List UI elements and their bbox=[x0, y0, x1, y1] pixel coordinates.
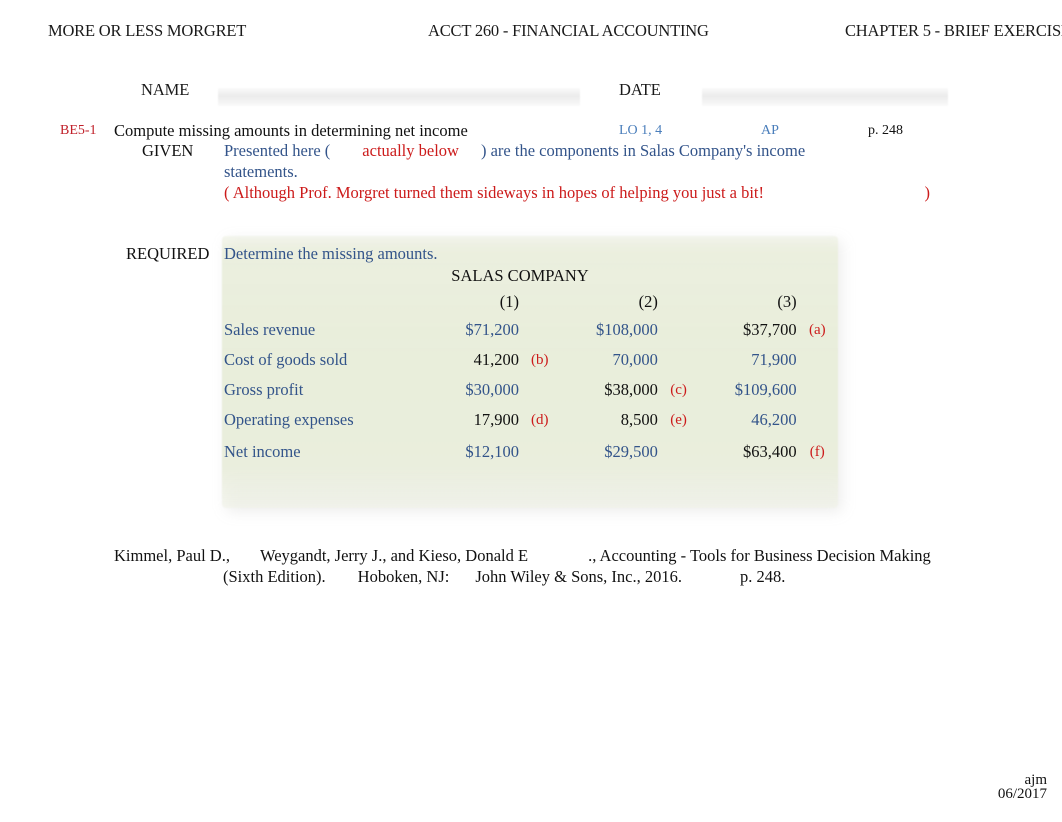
cell-cogs-col2: 70,000 bbox=[612, 350, 658, 369]
column-header-1-marker-slot bbox=[519, 289, 561, 315]
cell-net-income-col2: $29,500 bbox=[604, 442, 658, 461]
required-label: REQUIRED bbox=[126, 244, 210, 263]
given-text-part2: ) are the components in Salas Company's … bbox=[480, 141, 806, 160]
income-statement-table: (1) (2) (3) Sales revenue $71,200 $108,0… bbox=[222, 289, 838, 469]
citation-edition: (Sixth Edition). bbox=[223, 567, 326, 586]
column-header-2: (2) bbox=[638, 292, 658, 311]
cell-net-income-col1: $12,100 bbox=[465, 442, 520, 461]
marker-net-income-col3: (f) bbox=[809, 444, 825, 460]
marker-gross-profit-col3 bbox=[797, 375, 838, 405]
data-panel-content: Determine the missing amounts. SALAS COM… bbox=[222, 236, 838, 508]
row-label-cost-of-goods-sold: Cost of goods sold bbox=[224, 350, 348, 369]
marker-cogs-col2 bbox=[658, 345, 699, 375]
table-row: Sales revenue $71,200 $108,000 $37,700 (… bbox=[222, 315, 838, 345]
row-label-gross-profit: Gross profit bbox=[224, 380, 304, 399]
cell-cogs-col1: 41,200 bbox=[473, 350, 520, 369]
date-label: DATE bbox=[619, 80, 661, 99]
table-row: Cost of goods sold 41,200 (b) 70,000 71,… bbox=[222, 345, 838, 375]
given-aside-note: ) ( Although Prof. Morgret turned them s… bbox=[224, 183, 930, 203]
header-course-title: ACCT 260 - FINANCIAL ACCOUNTING bbox=[428, 21, 709, 40]
column-header-1: (1) bbox=[499, 292, 520, 311]
cell-net-income-col3: $63,400 bbox=[742, 442, 797, 461]
aside-open-paren: ( bbox=[224, 183, 230, 202]
marker-gross-profit-col2: (c) bbox=[670, 382, 687, 398]
marker-sales-revenue-col2 bbox=[658, 315, 699, 345]
citation-authors-continued: Weygandt, Jerry J., and Kieso, Donald E bbox=[259, 546, 529, 565]
given-label: GIVEN bbox=[142, 141, 194, 160]
row-label-net-income: Net income bbox=[224, 442, 301, 461]
given-statement-line1: Presented here ( actually below ) are the … bbox=[224, 141, 805, 161]
marker-net-income-col1 bbox=[519, 435, 561, 469]
worksheet-page: MORE OR LESS MORGRET ACCT 260 - FINANCIA… bbox=[0, 0, 1062, 822]
name-input[interactable] bbox=[218, 88, 580, 106]
cell-sales-revenue-col1: $71,200 bbox=[465, 320, 520, 339]
table-row: Net income $12,100 $29,500 $63,400 (f) bbox=[222, 435, 838, 469]
citation-book-title: ., Accounting - Tools for Business Decis… bbox=[588, 546, 931, 565]
marker-operating-expenses-col3 bbox=[797, 405, 838, 435]
document-header: MORE OR LESS MORGRET ACCT 260 - FINANCIA… bbox=[0, 21, 1062, 45]
required-instruction: Determine the missing amounts. bbox=[224, 244, 438, 263]
table-header-row: (1) (2) (3) bbox=[222, 289, 838, 315]
cell-cogs-col3: 71,900 bbox=[751, 350, 797, 369]
given-text-part1: Presented here ( bbox=[224, 141, 331, 160]
citation-page: p. 248. bbox=[740, 567, 786, 586]
marker-operating-expenses-col2: (e) bbox=[670, 412, 687, 428]
cell-gross-profit-col3: $109,600 bbox=[734, 380, 797, 399]
revision-date: 06/2017 bbox=[997, 786, 1047, 802]
table-body: (1) (2) (3) Sales revenue $71,200 $108,0… bbox=[222, 289, 838, 469]
given-text-emphasis: actually below bbox=[362, 141, 459, 160]
row-label-operating-expenses: Operating expenses bbox=[224, 410, 354, 429]
learning-objective-tag: LO 1, 4 bbox=[619, 123, 663, 138]
marker-sales-revenue-col1 bbox=[519, 315, 561, 345]
table-row: Operating expenses 17,900 (d) 8,500 (e) … bbox=[222, 405, 838, 435]
exercise-title: Compute missing amounts in determining n… bbox=[114, 121, 468, 140]
marker-net-income-col2 bbox=[658, 435, 699, 469]
marker-cogs-col3 bbox=[797, 345, 838, 375]
table-row: Gross profit $30,000 $38,000 (c) $109,60… bbox=[222, 375, 838, 405]
marker-cogs-col1: (b) bbox=[531, 352, 549, 368]
citation-authors: Kimmel, Paul D., bbox=[114, 546, 230, 565]
name-label: NAME bbox=[141, 80, 190, 99]
marker-gross-profit-col1 bbox=[519, 375, 561, 405]
aside-close-paren: ) bbox=[924, 183, 931, 202]
header-left-title: MORE OR LESS MORGRET bbox=[48, 21, 247, 40]
cell-operating-expenses-col2: 8,500 bbox=[620, 410, 658, 429]
cell-sales-revenue-col3: $37,700 bbox=[742, 320, 797, 339]
column-header-3-marker-slot bbox=[797, 289, 838, 315]
row-label-sales-revenue: Sales revenue bbox=[224, 320, 316, 339]
cell-gross-profit-col2: $38,000 bbox=[604, 380, 658, 399]
cell-sales-revenue-col2: $108,000 bbox=[596, 320, 658, 339]
column-header-3: (3) bbox=[777, 292, 797, 311]
marker-operating-expenses-col1: (d) bbox=[531, 412, 549, 428]
header-chapter-title: CHAPTER 5 - BRIEF EXERCISE bbox=[845, 21, 1062, 40]
exercise-id: BE5-1 bbox=[60, 123, 97, 138]
company-name-heading: SALAS COMPANY bbox=[451, 266, 589, 285]
column-header-2-marker-slot bbox=[658, 289, 699, 315]
table-corner-cell bbox=[222, 289, 423, 315]
citation-publisher: John Wiley & Sons, Inc., 2016. bbox=[475, 567, 682, 586]
marker-sales-revenue-col3: (a) bbox=[808, 322, 826, 338]
cell-gross-profit-col1: $30,000 bbox=[465, 380, 520, 399]
citation-line-2: (Sixth Edition). Hoboken, NJ: John Wiley &… bbox=[223, 567, 785, 587]
cell-operating-expenses-col3: 46,200 bbox=[751, 410, 797, 429]
given-statement-line2: statements. bbox=[224, 162, 298, 181]
textbook-page-ref: p. 248 bbox=[868, 123, 903, 138]
date-input[interactable] bbox=[702, 88, 948, 106]
cell-operating-expenses-col1: 17,900 bbox=[473, 410, 520, 429]
aside-note-text: Although Prof. Morgret turned them sidew… bbox=[232, 183, 765, 202]
difficulty-tag: AP bbox=[761, 123, 779, 138]
citation-line-1: Kimmel, Paul D., Weygandt, Jerry J., and … bbox=[114, 546, 931, 566]
citation-city: Hoboken, NJ: bbox=[357, 567, 450, 586]
